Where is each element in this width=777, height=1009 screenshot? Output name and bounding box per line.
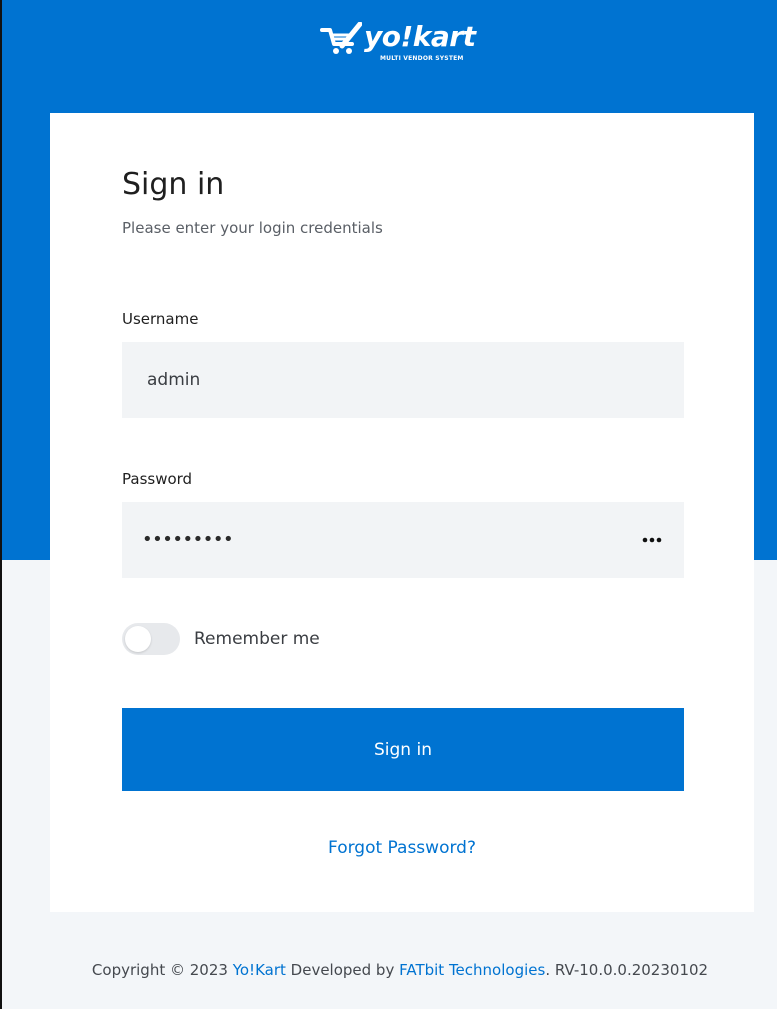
brand-logo: yo!kart MULTI VENDOR SYSTEM <box>320 18 490 78</box>
footer-version: . RV-10.0.0.20230102 <box>545 961 709 979</box>
cart-icon <box>320 22 362 54</box>
toggle-knob <box>125 626 151 652</box>
more-horizontal-icon[interactable] <box>640 528 664 552</box>
page-title: Sign in <box>122 167 225 202</box>
brand-tagline: MULTI VENDOR SYSTEM <box>380 55 464 62</box>
username-field[interactable]: admin <box>122 342 684 418</box>
brand-name: yo!kart <box>364 20 476 53</box>
yokart-link[interactable]: Yo!Kart <box>233 961 286 979</box>
username-label: Username <box>122 310 199 328</box>
remember-me-label[interactable]: Remember me <box>194 629 320 649</box>
signin-card: Sign in Please enter your login credenti… <box>50 113 754 912</box>
footer-copyright: Copyright © 2023 Yo!Kart Developed by FA… <box>80 958 720 982</box>
password-field[interactable]: ••••••••• <box>122 502 684 578</box>
password-label: Password <box>122 470 193 488</box>
forgot-password-link[interactable]: Forgot Password? <box>50 836 754 860</box>
signin-button[interactable]: Sign in <box>122 708 684 791</box>
remember-me-toggle[interactable] <box>122 623 180 655</box>
username-value: admin <box>147 370 201 390</box>
footer-middle: Developed by <box>285 961 400 979</box>
fatbit-link[interactable]: FATbit Technologies <box>399 961 545 979</box>
footer-prefix: Copyright © 2023 <box>91 961 233 979</box>
password-value: ••••••••• <box>142 529 234 550</box>
page-subtitle: Please enter your login credentials <box>122 219 383 237</box>
remember-me-row: Remember me <box>122 622 320 656</box>
